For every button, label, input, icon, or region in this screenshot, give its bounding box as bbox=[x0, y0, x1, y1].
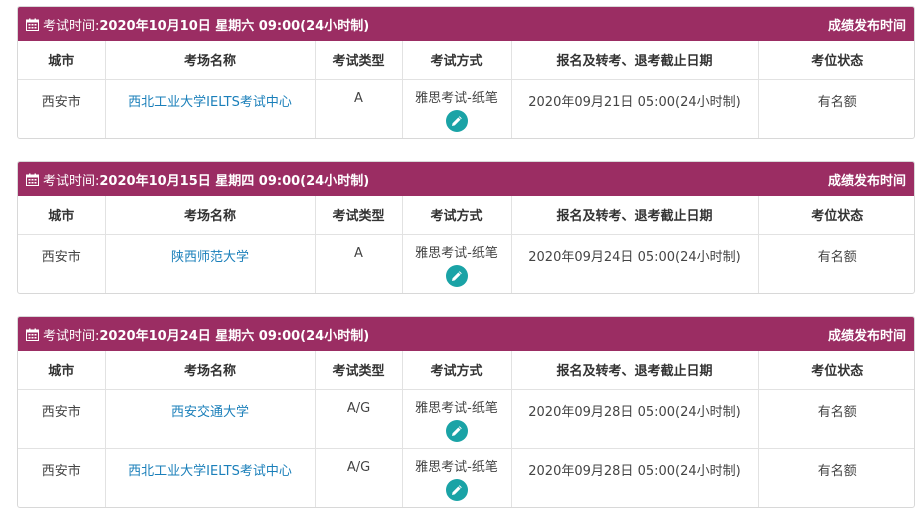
column-header-city: 城市 bbox=[18, 41, 105, 80]
column-header-type: 考试类型 bbox=[314, 196, 402, 235]
session-header: 考试时间: 2020年10月24日 星期六 09:00(24小时制) 成绩发布时… bbox=[18, 317, 914, 351]
city-cell: 西安市 bbox=[41, 404, 81, 420]
deadline-cell: 2020年09月21日 05:00(24小时制) bbox=[510, 79, 758, 138]
venue-link[interactable]: 西北工业大学IELTS考试中心 bbox=[128, 95, 292, 110]
type-cell: A/G bbox=[314, 447, 402, 507]
column-header-venue: 考场名称 bbox=[104, 41, 315, 80]
session-header: 考试时间: 2020年10月10日 星期六 09:00(24小时制) 成绩发布时… bbox=[18, 7, 914, 41]
pencil-icon bbox=[451, 425, 462, 436]
type-cell: A/G bbox=[314, 389, 402, 448]
status-cell: 有名额 bbox=[757, 79, 914, 138]
table-row: 西安市 西安交通大学 A/G 雅思考试-纸笔 2020年09月28日 05:00… bbox=[18, 389, 914, 448]
column-header-deadline: 报名及转考、退考截止日期 bbox=[510, 351, 758, 390]
pencil-icon bbox=[451, 484, 462, 495]
column-header-method: 考试方式 bbox=[401, 196, 511, 235]
exam-time-value: 2020年10月24日 星期六 09:00(24小时制) bbox=[99, 328, 370, 344]
column-header-status: 考位状态 bbox=[757, 351, 914, 390]
edit-button[interactable] bbox=[445, 264, 468, 287]
city-cell: 西安市 bbox=[18, 447, 105, 507]
column-header-type: 考试类型 bbox=[314, 351, 402, 390]
table-header-row: 城市 考场名称 考试类型 考试方式 报名及转考、退考截止日期 考位状态 bbox=[18, 41, 914, 80]
calendar-icon bbox=[26, 173, 39, 186]
exam-session: 考试时间: 2020年10月24日 星期六 09:00(24小时制) 成绩发布时… bbox=[17, 316, 915, 508]
deadline-cell: 2020年09月28日 05:00(24小时制) bbox=[510, 389, 758, 448]
column-header-venue: 考场名称 bbox=[104, 196, 315, 235]
column-header-type: 考试类型 bbox=[314, 41, 402, 80]
table-row: 西安市 陕西师范大学 A 雅思考试-纸笔 2020年09月24日 05:00(2… bbox=[18, 234, 914, 293]
table-row: 西安市 西北工业大学IELTS考试中心 A/G 雅思考试-纸笔 2020年09月… bbox=[18, 447, 914, 507]
method-cell: 雅思考试-纸笔 bbox=[415, 459, 498, 475]
score-release-time-link[interactable]: 成绩发布时间 bbox=[828, 170, 906, 189]
exam-schedule: 考试时间: 2020年10月10日 星期六 09:00(24小时制) 成绩发布时… bbox=[0, 0, 922, 520]
edit-button[interactable] bbox=[445, 419, 468, 442]
status-cell: 有名额 bbox=[757, 234, 914, 293]
deadline-cell: 2020年09月28日 05:00(24小时制) bbox=[510, 447, 758, 507]
column-header-city: 城市 bbox=[18, 196, 105, 235]
exam-time-label: 考试时间: bbox=[43, 328, 100, 344]
city-cell: 西安市 bbox=[41, 94, 81, 110]
venue-link[interactable]: 西安交通大学 bbox=[171, 405, 249, 420]
exam-session: 考试时间: 2020年10月15日 星期四 09:00(24小时制) 成绩发布时… bbox=[17, 161, 915, 294]
type-cell: A bbox=[314, 234, 402, 293]
column-header-venue: 考场名称 bbox=[104, 351, 315, 390]
exam-time-value: 2020年10月15日 星期四 09:00(24小时制) bbox=[99, 173, 370, 189]
method-cell: 雅思考试-纸笔 bbox=[415, 245, 498, 261]
city-cell: 西安市 bbox=[41, 249, 81, 265]
deadline-cell: 2020年09月24日 05:00(24小时制) bbox=[510, 234, 758, 293]
exam-time-label: 考试时间: bbox=[43, 18, 100, 34]
venue-table: 城市 考场名称 考试类型 考试方式 报名及转考、退考截止日期 考位状态 西安市 … bbox=[18, 351, 914, 507]
column-header-method: 考试方式 bbox=[401, 351, 511, 390]
exam-time-value: 2020年10月10日 星期六 09:00(24小时制) bbox=[99, 18, 370, 34]
method-cell: 雅思考试-纸笔 bbox=[415, 90, 498, 106]
method-cell: 雅思考试-纸笔 bbox=[415, 400, 498, 416]
score-release-time-link[interactable]: 成绩发布时间 bbox=[828, 15, 906, 34]
table-header-row: 城市 考场名称 考试类型 考试方式 报名及转考、退考截止日期 考位状态 bbox=[18, 351, 914, 390]
column-header-deadline: 报名及转考、退考截止日期 bbox=[510, 41, 758, 80]
status-cell: 有名额 bbox=[757, 389, 914, 448]
table-row: 西安市 西北工业大学IELTS考试中心 A 雅思考试-纸笔 2020年09月21… bbox=[18, 79, 914, 138]
calendar-icon bbox=[26, 328, 39, 341]
column-header-city: 城市 bbox=[18, 351, 105, 390]
pencil-icon bbox=[451, 270, 462, 281]
column-header-method: 考试方式 bbox=[401, 41, 511, 80]
venue-link[interactable]: 陕西师范大学 bbox=[171, 250, 249, 265]
column-header-status: 考位状态 bbox=[757, 196, 914, 235]
calendar-icon bbox=[26, 18, 39, 31]
status-cell: 有名额 bbox=[757, 447, 914, 507]
edit-button[interactable] bbox=[445, 478, 468, 501]
column-header-status: 考位状态 bbox=[757, 41, 914, 80]
type-cell: A bbox=[314, 79, 402, 138]
exam-session: 考试时间: 2020年10月10日 星期六 09:00(24小时制) 成绩发布时… bbox=[17, 6, 915, 139]
edit-button[interactable] bbox=[445, 109, 468, 132]
score-release-time-link[interactable]: 成绩发布时间 bbox=[828, 325, 906, 344]
venue-table: 城市 考场名称 考试类型 考试方式 报名及转考、退考截止日期 考位状态 西安市 … bbox=[18, 196, 914, 293]
pencil-icon bbox=[451, 115, 462, 126]
venue-table: 城市 考场名称 考试类型 考试方式 报名及转考、退考截止日期 考位状态 西安市 … bbox=[18, 41, 914, 138]
table-header-row: 城市 考场名称 考试类型 考试方式 报名及转考、退考截止日期 考位状态 bbox=[18, 196, 914, 235]
venue-link[interactable]: 西北工业大学IELTS考试中心 bbox=[128, 464, 292, 479]
session-header: 考试时间: 2020年10月15日 星期四 09:00(24小时制) 成绩发布时… bbox=[18, 162, 914, 196]
column-header-deadline: 报名及转考、退考截止日期 bbox=[510, 196, 758, 235]
exam-time-label: 考试时间: bbox=[43, 173, 100, 189]
